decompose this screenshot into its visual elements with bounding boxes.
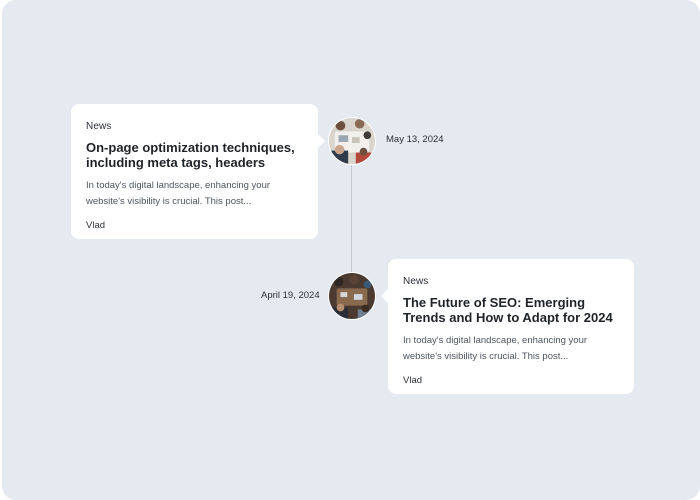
post-category[interactable]: News	[403, 275, 619, 288]
office-meeting-photo-icon[interactable]	[328, 272, 376, 320]
card-pointer-arrow	[310, 133, 326, 149]
post-title[interactable]: On-page optimization techniques, includi…	[86, 140, 303, 170]
timeline-card[interactable]: News The Future of SEO: Emerging Trends …	[380, 259, 634, 394]
post-date: April 19, 2024	[261, 290, 320, 301]
team-meeting-photo-icon[interactable]	[328, 117, 376, 165]
timeline-canvas: News On-page optimization techniques, in…	[2, 0, 700, 500]
post-excerpt: In today's digital landscape, enhancing …	[86, 180, 271, 207]
post-title[interactable]: The Future of SEO: Emerging Trends and H…	[403, 295, 619, 325]
timeline-card[interactable]: News On-page optimization techniques, in…	[71, 104, 326, 239]
post-excerpt: In today's digital landscape, enhancing …	[403, 335, 588, 362]
post-thumbnail-image	[329, 118, 375, 164]
post-category[interactable]: News	[86, 120, 303, 133]
post-thumbnail-image	[329, 273, 375, 319]
post-author[interactable]: Vlad	[86, 219, 303, 232]
timeline-connector-line	[351, 165, 352, 272]
post-author[interactable]: Vlad	[403, 374, 619, 387]
card-pointer-arrow	[380, 288, 396, 304]
post-date: May 13, 2024	[386, 134, 444, 145]
